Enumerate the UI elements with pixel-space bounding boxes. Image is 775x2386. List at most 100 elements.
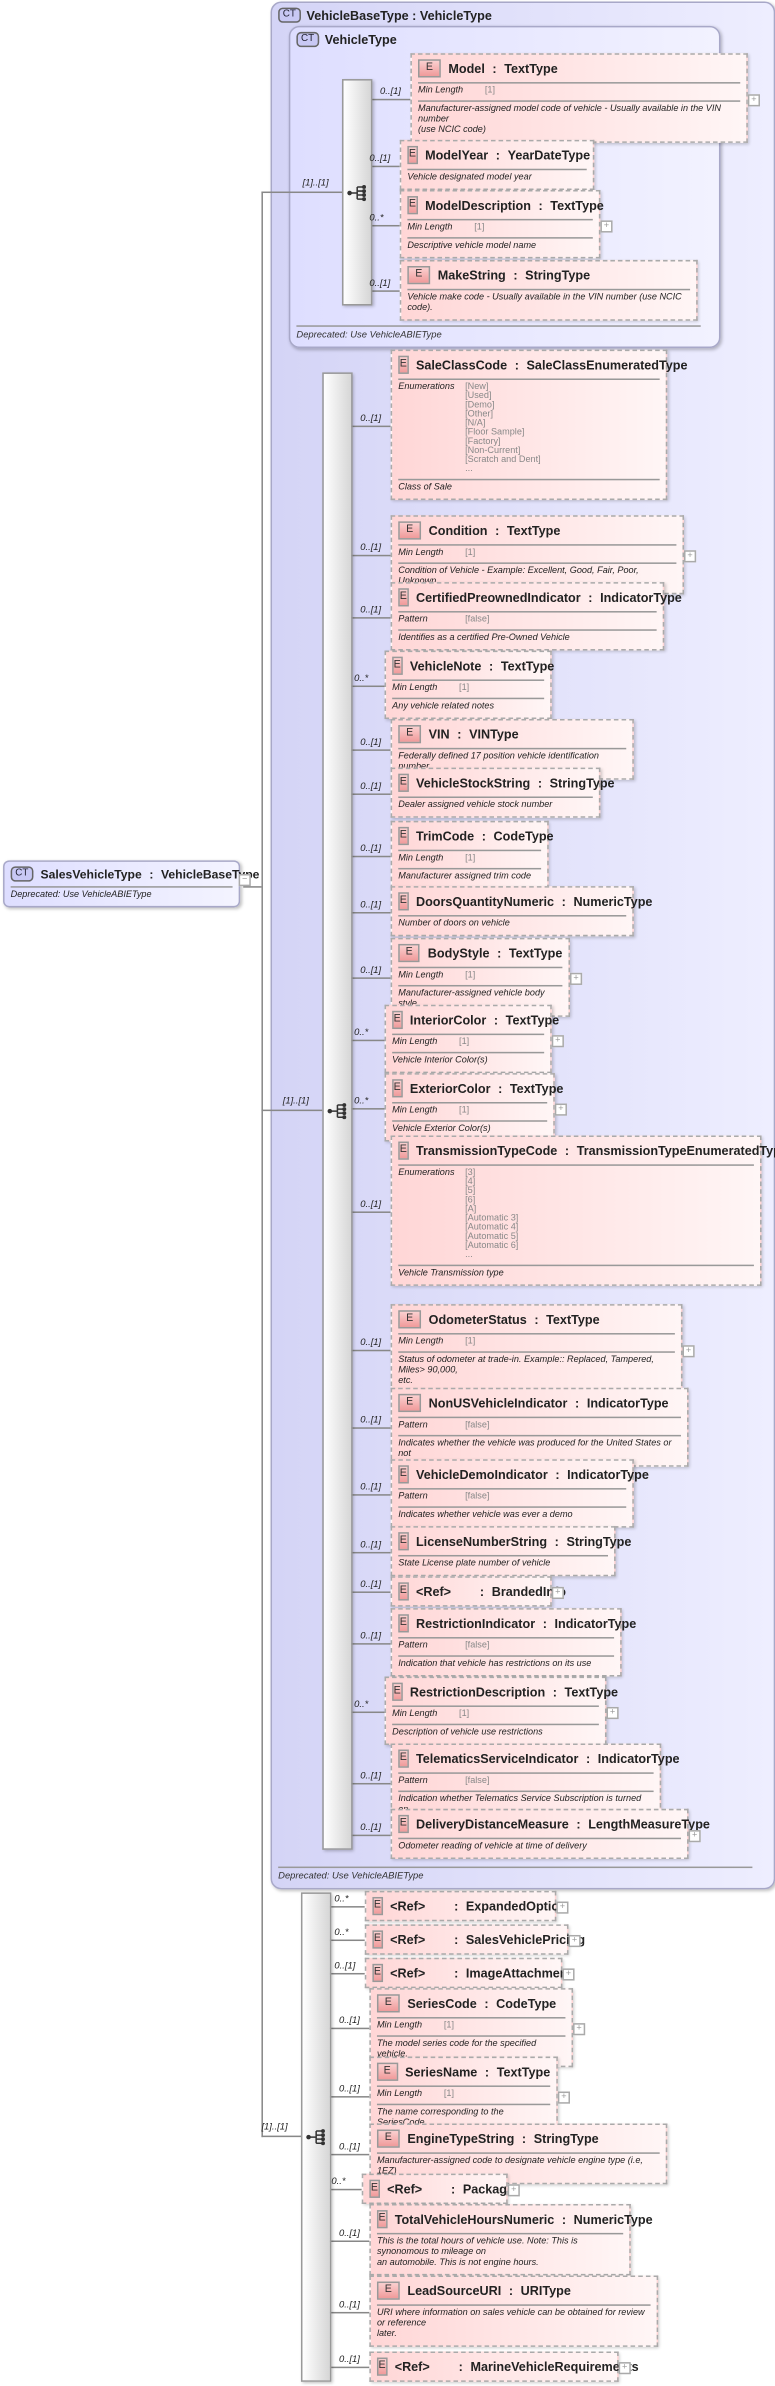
facet-label: Min Length [376,2021,423,2031]
element-lead-source-uri[interactable]: E LeadSourceURI: URIType URI where informat… [369,2275,659,2347]
expand-icon[interactable]: + [682,1344,695,1357]
sequence-cardinality: [1]..[1] [261,2121,288,2133]
expand-icon[interactable]: + [618,2362,631,2375]
connector-line [329,2027,370,2030]
sequence-compositor[interactable] [342,79,373,306]
element-odometer-status[interactable]: E OdometerStatus: TextType Min Length [1] Sta… [390,1304,695,1394]
element-type: URIType [520,2283,571,2299]
expand-icon[interactable]: + [557,2091,570,2104]
connector-line [351,1211,391,1213]
connector-line [261,190,342,193]
enumeration-value: [3] [465,1168,476,1178]
facet-row: Min Length [1] [398,1335,675,1347]
facet-value: [1] [465,548,476,558]
connector-line [261,190,263,2138]
element-model-year[interactable]: E ModelYear: YearDateType Vehicle designate… [399,139,595,190]
element-make-string[interactable]: E MakeString: StringType Vehicle make code … [399,259,698,321]
element-branded-info[interactable]: E <Ref>: BrandedInfo + [390,1576,566,1607]
expand-icon[interactable]: + [556,1901,569,1914]
element-model-description[interactable]: E ModelDescription: TextType Min Length [1] D… [399,190,613,259]
sequence-compositor[interactable] [322,372,353,1850]
element-doors-quantity-numeric[interactable]: E DoorsQuantityNumeric: NumericType Number … [390,886,652,937]
expand-icon[interactable]: + [551,1586,564,1600]
connector-line [351,1551,391,1554]
expand-icon[interactable]: + [684,550,697,563]
element-transmission-type-code[interactable]: E TransmissionTypeCode: TransmissionTypeEn… [390,1135,775,1286]
expand-icon[interactable]: + [551,1034,564,1047]
expand-icon[interactable]: + [747,93,760,106]
facet-label: Min Length [398,1337,444,1347]
element-model[interactable]: E Model: TextType Min Length [1] Manufacturer… [410,53,760,143]
cardinality-label: 0..[1] [360,413,382,425]
facet-row: Enumerations [New] [Used] [Demo] [Other] [N/A… [398,380,659,474]
element-description: Number of doors on vehicle [398,919,510,929]
element-non-usvehicle-indicator[interactable]: E NonUSVehicleIndicator: IndicatorType Patt… [390,1387,689,1467]
element-vehicle-stock-string[interactable]: E VehicleStockString: StringType Dealer ass… [390,767,615,818]
element-type: SaleClassEnumeratedType [526,357,688,373]
element-icon: E [398,1814,409,1834]
collapse-icon[interactable]: − [238,874,251,887]
element-interior-color[interactable]: E InteriorColor: TextType Min Length [1] Vehi… [384,1004,564,1074]
cardinality-label: 0..[1] [369,153,391,165]
expand-icon[interactable]: + [568,1934,581,1948]
element-icon: E [376,2210,388,2229]
enumeration-value: ... [465,1250,473,1261]
facet-row: Pattern [false] [398,1490,626,1502]
element-sale-class-code[interactable]: E SaleClassCode: SaleClassEnumeratedType En… [390,349,688,501]
element-icon: E [398,892,409,911]
element-restriction-indicator[interactable]: E RestrictionIndicator: IndicatorType Patte… [390,1608,636,1677]
expand-icon[interactable]: + [573,2023,586,2036]
expand-icon[interactable]: + [562,1968,575,1981]
facet-row: Enumerations [3] [4] [5] [6] [A] [Automatic 3]… [398,1166,754,1260]
sequence-compositor[interactable] [300,1892,332,2382]
element-name: BodyStyle [427,945,490,961]
element-delivery-distance-measure[interactable]: E DeliveryDistanceMeasure: LengthMeasureTy… [390,1808,710,1859]
element-type: YearDateType [507,147,591,163]
element-description: Description of vehicle use restrictions [392,1728,543,1738]
expand-icon[interactable]: + [600,219,613,232]
element-expanded-option[interactable]: E <Ref>: ExpandedOption + [364,1890,569,1922]
expand-icon[interactable]: + [688,1829,701,1842]
element-name: TrimCode [415,828,475,844]
element-icon: E [398,725,422,744]
element-exterior-color[interactable]: E ExteriorColor: TextType Min Length [1] Vehi… [384,1073,567,1142]
root-type-sales-vehicle[interactable]: CT SalesVehicleType : VehicleBaseType De… [3,860,259,908]
element-type: NumericType [573,2211,653,2227]
element-type: TextType [546,1311,600,1327]
element-description: Manufacturer-assigned model code of vehi… [418,104,721,136]
element-vehicle-note[interactable]: E VehicleNote: TextType Min Length [1] Any ve… [384,650,554,719]
expand-icon[interactable]: + [554,1102,567,1115]
connector-line [261,2135,301,2138]
element-total-vehicle-hours-numeric[interactable]: E TotalVehicleHoursNumeric: NumericType Thi… [369,2204,653,2276]
connector-line [329,2153,370,2156]
element-license-number-string[interactable]: E LicenseNumberString: StringType State Lic… [390,1526,631,1577]
expand-icon[interactable]: + [507,2184,520,2197]
element-icon: E [407,145,418,165]
connector-line [329,1906,365,1908]
type-separator: : [479,1583,485,1600]
facet-label: Pattern [398,615,428,625]
expand-icon[interactable]: + [570,972,583,985]
element-icon: E [398,943,421,963]
base-type-title: VehicleBaseType : VehicleType [306,7,492,23]
cardinality-label: 0..[1] [334,1960,356,1972]
facet-value: [1] [459,1106,470,1116]
element-name: SaleClassCode [415,357,508,373]
element-image-attachment[interactable]: E <Ref>: ImageAttachment + [364,1957,575,1989]
element-restriction-description[interactable]: E RestrictionDescription: TextType Min Leng… [384,1676,619,1745]
element-sales-vehicle-pricing[interactable]: E <Ref>: SalesVehiclePricing + [364,1924,585,1955]
element-trim-code[interactable]: E TrimCode: CodeType Min Length [1] Manufactu… [390,820,554,890]
element-icon: E [398,1393,422,1413]
element-series-code[interactable]: E SeriesCode: CodeType Min Length [1] The mod… [369,1988,586,2068]
element-name: OdometerStatus [428,1311,527,1327]
type-separator: : [454,1931,459,1948]
element-package[interactable]: E <Ref>: Package + [361,2173,520,2204]
facet-label: Min Length [398,548,444,558]
element-vehicle-demo-indicator[interactable]: E VehicleDemoIndicator: IndicatorType Patte… [390,1459,649,1528]
expand-icon[interactable]: + [606,1706,619,1719]
element-certified-preowned-indicator[interactable]: E CertifiedPreownedIndicator: IndicatorTyp… [390,582,682,651]
element-description: Status of odometer at trade-in. Example:… [398,1355,654,1387]
enumeration-value: [Automatic 4] [465,1223,519,1233]
type-separator: : [514,357,519,373]
element-marine-vehicle-requirements[interactable]: E <Ref>: MarineVehicleRequirements + [369,2351,639,2382]
